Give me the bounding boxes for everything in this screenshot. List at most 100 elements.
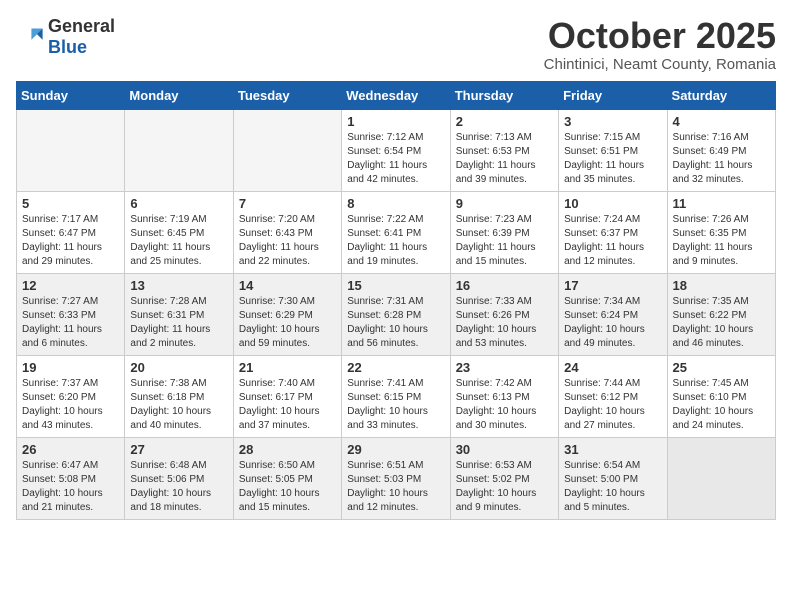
day-number: 13	[130, 278, 227, 293]
day-detail: Sunrise: 6:53 AMSunset: 5:02 PMDaylight:…	[456, 459, 553, 515]
calendar-week-row: 1 Sunrise: 7:12 AMSunset: 6:54 PMDaylight…	[17, 109, 776, 191]
day-number: 29	[347, 442, 444, 457]
day-number: 15	[347, 278, 444, 293]
day-detail: Sunrise: 7:45 AMSunset: 6:10 PMDaylight:…	[673, 377, 770, 433]
calendar-body: 1 Sunrise: 7:12 AMSunset: 6:54 PMDaylight…	[17, 109, 776, 519]
logo-text: General Blue	[48, 16, 115, 58]
calendar-day-cell: 1 Sunrise: 7:12 AMSunset: 6:54 PMDaylight…	[342, 109, 450, 191]
day-detail: Sunrise: 7:23 AMSunset: 6:39 PMDaylight:…	[456, 213, 553, 269]
calendar-week-row: 5Sunrise: 7:17 AMSunset: 6:47 PMDaylight…	[17, 191, 776, 273]
weekday-header-saturday: Saturday	[667, 81, 775, 109]
calendar-day-cell	[17, 109, 125, 191]
calendar-day-cell: 25 Sunrise: 7:45 AMSunset: 6:10 PMDayligh…	[667, 355, 775, 437]
calendar-day-cell: 3 Sunrise: 7:15 AMSunset: 6:51 PMDaylight…	[559, 109, 667, 191]
calendar-day-cell: 27 Sunrise: 6:48 AMSunset: 5:06 PMDayligh…	[125, 437, 233, 519]
day-number: 26	[22, 442, 119, 457]
calendar-day-cell: 23 Sunrise: 7:42 AMSunset: 6:13 PMDayligh…	[450, 355, 558, 437]
weekday-header-tuesday: Tuesday	[233, 81, 341, 109]
day-number: 24	[564, 360, 661, 375]
calendar-day-cell: 21 Sunrise: 7:40 AMSunset: 6:17 PMDayligh…	[233, 355, 341, 437]
weekday-header-thursday: Thursday	[450, 81, 558, 109]
day-number: 2	[456, 114, 553, 129]
calendar-day-cell: 30Sunrise: 6:53 AMSunset: 5:02 PMDayligh…	[450, 437, 558, 519]
calendar-day-cell: 15 Sunrise: 7:31 AMSunset: 6:28 PMDayligh…	[342, 273, 450, 355]
day-number: 8	[347, 196, 444, 211]
day-number: 3	[564, 114, 661, 129]
day-detail: Sunrise: 7:15 AMSunset: 6:51 PMDaylight:…	[564, 131, 661, 187]
calendar-day-cell: 16 Sunrise: 7:33 AMSunset: 6:26 PMDayligh…	[450, 273, 558, 355]
day-detail: Sunrise: 7:33 AMSunset: 6:26 PMDaylight:…	[456, 295, 553, 351]
day-number: 6	[130, 196, 227, 211]
calendar-day-cell: 24 Sunrise: 7:44 AMSunset: 6:12 PMDayligh…	[559, 355, 667, 437]
day-number: 12	[22, 278, 119, 293]
day-number: 14	[239, 278, 336, 293]
calendar-day-cell: 13 Sunrise: 7:28 AMSunset: 6:31 PMDayligh…	[125, 273, 233, 355]
day-detail: Sunrise: 7:30 AMSunset: 6:29 PMDaylight:…	[239, 295, 336, 351]
logo: General Blue	[16, 16, 115, 58]
day-detail: Sunrise: 7:12 AMSunset: 6:54 PMDaylight:…	[347, 131, 444, 187]
calendar-day-cell	[667, 437, 775, 519]
day-detail: Sunrise: 7:22 AMSunset: 6:41 PMDaylight:…	[347, 213, 444, 269]
calendar-day-cell: 7Sunrise: 7:20 AMSunset: 6:43 PMDaylight…	[233, 191, 341, 273]
day-number: 9	[456, 196, 553, 211]
day-detail: Sunrise: 6:48 AMSunset: 5:06 PMDaylight:…	[130, 459, 227, 515]
day-detail: Sunrise: 7:35 AMSunset: 6:22 PMDaylight:…	[673, 295, 770, 351]
calendar-week-row: 19Sunrise: 7:37 AMSunset: 6:20 PMDayligh…	[17, 355, 776, 437]
day-number: 22	[347, 360, 444, 375]
day-number: 16	[456, 278, 553, 293]
weekday-header-wednesday: Wednesday	[342, 81, 450, 109]
day-detail: Sunrise: 7:13 AMSunset: 6:53 PMDaylight:…	[456, 131, 553, 187]
day-number: 18	[673, 278, 770, 293]
calendar-day-cell: 18 Sunrise: 7:35 AMSunset: 6:22 PMDayligh…	[667, 273, 775, 355]
day-detail: Sunrise: 7:41 AMSunset: 6:15 PMDaylight:…	[347, 377, 444, 433]
calendar-day-cell	[233, 109, 341, 191]
day-detail: Sunrise: 7:37 AMSunset: 6:20 PMDaylight:…	[22, 377, 119, 433]
calendar-day-cell: 10 Sunrise: 7:24 AMSunset: 6:37 PMDayligh…	[559, 191, 667, 273]
day-number: 25	[673, 360, 770, 375]
day-number: 4	[673, 114, 770, 129]
calendar-day-cell: 12Sunrise: 7:27 AMSunset: 6:33 PMDayligh…	[17, 273, 125, 355]
calendar-day-cell: 17Sunrise: 7:34 AMSunset: 6:24 PMDayligh…	[559, 273, 667, 355]
weekday-header-sunday: Sunday	[17, 81, 125, 109]
calendar-day-cell: 8 Sunrise: 7:22 AMSunset: 6:41 PMDaylight…	[342, 191, 450, 273]
calendar-day-cell: 19Sunrise: 7:37 AMSunset: 6:20 PMDayligh…	[17, 355, 125, 437]
calendar-subtitle: Chintinici, Neamt County, Romania	[544, 56, 776, 73]
day-number: 21	[239, 360, 336, 375]
day-detail: Sunrise: 6:51 AMSunset: 5:03 PMDaylight:…	[347, 459, 444, 515]
calendar-day-cell: 29 Sunrise: 6:51 AMSunset: 5:03 PMDayligh…	[342, 437, 450, 519]
calendar-day-cell: 9 Sunrise: 7:23 AMSunset: 6:39 PMDaylight…	[450, 191, 558, 273]
calendar-day-cell: 14 Sunrise: 7:30 AMSunset: 6:29 PMDayligh…	[233, 273, 341, 355]
logo-icon	[16, 23, 44, 51]
calendar-day-cell: 6 Sunrise: 7:19 AMSunset: 6:45 PMDaylight…	[125, 191, 233, 273]
day-detail: Sunrise: 7:24 AMSunset: 6:37 PMDaylight:…	[564, 213, 661, 269]
title-block: October 2025 Chintinici, Neamt County, R…	[544, 16, 776, 73]
calendar-day-cell: 28 Sunrise: 6:50 AMSunset: 5:05 PMDayligh…	[233, 437, 341, 519]
day-detail: Sunrise: 7:28 AMSunset: 6:31 PMDaylight:…	[130, 295, 227, 351]
day-detail: Sunrise: 7:26 AMSunset: 6:35 PMDaylight:…	[673, 213, 770, 269]
day-detail: Sunrise: 7:31 AMSunset: 6:28 PMDaylight:…	[347, 295, 444, 351]
calendar-day-cell: 11Sunrise: 7:26 AMSunset: 6:35 PMDayligh…	[667, 191, 775, 273]
day-number: 28	[239, 442, 336, 457]
calendar-day-cell: 4Sunrise: 7:16 AMSunset: 6:49 PMDaylight…	[667, 109, 775, 191]
calendar-title: October 2025	[544, 16, 776, 56]
day-number: 23	[456, 360, 553, 375]
calendar-day-cell	[125, 109, 233, 191]
day-detail: Sunrise: 7:17 AMSunset: 6:47 PMDaylight:…	[22, 213, 119, 269]
day-number: 27	[130, 442, 227, 457]
day-detail: Sunrise: 6:54 AMSunset: 5:00 PMDaylight:…	[564, 459, 661, 515]
day-number: 31	[564, 442, 661, 457]
day-detail: Sunrise: 7:38 AMSunset: 6:18 PMDaylight:…	[130, 377, 227, 433]
calendar-day-cell: 20Sunrise: 7:38 AMSunset: 6:18 PMDayligh…	[125, 355, 233, 437]
day-detail: Sunrise: 7:42 AMSunset: 6:13 PMDaylight:…	[456, 377, 553, 433]
day-detail: Sunrise: 7:44 AMSunset: 6:12 PMDaylight:…	[564, 377, 661, 433]
calendar-table: SundayMondayTuesdayWednesdayThursdayFrid…	[16, 81, 776, 520]
day-detail: Sunrise: 7:20 AMSunset: 6:43 PMDaylight:…	[239, 213, 336, 269]
day-detail: Sunrise: 7:40 AMSunset: 6:17 PMDaylight:…	[239, 377, 336, 433]
calendar-day-cell: 26Sunrise: 6:47 AMSunset: 5:08 PMDayligh…	[17, 437, 125, 519]
day-number: 1	[347, 114, 444, 129]
day-number: 17	[564, 278, 661, 293]
day-detail: Sunrise: 7:19 AMSunset: 6:45 PMDaylight:…	[130, 213, 227, 269]
day-number: 10	[564, 196, 661, 211]
calendar-day-cell: 31 Sunrise: 6:54 AMSunset: 5:00 PMDayligh…	[559, 437, 667, 519]
day-detail: Sunrise: 6:50 AMSunset: 5:05 PMDaylight:…	[239, 459, 336, 515]
